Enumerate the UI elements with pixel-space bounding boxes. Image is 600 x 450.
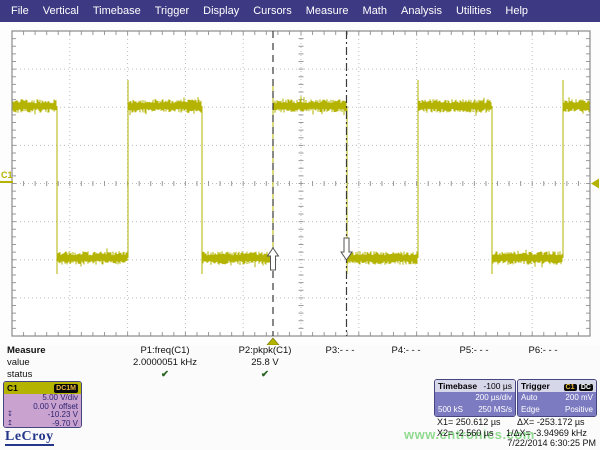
trigger-level-marker[interactable] (591, 179, 599, 189)
x2-label: X2= (437, 428, 453, 438)
invdx-label: 1/ΔX= (506, 428, 531, 438)
channel-zero-label: C1 (1, 170, 13, 180)
trigger-body: Auto 200 mV Edge Positive (518, 392, 596, 417)
menu-trigger[interactable]: Trigger (148, 0, 196, 22)
x1-value: 250.612 µs (456, 417, 501, 427)
p1-status: ✔ (117, 369, 213, 381)
lecroy-logo: LeCroy (5, 429, 54, 446)
scope-grid-svg: C1 (0, 22, 600, 345)
trigger-title: Trigger (521, 381, 550, 391)
menu-help[interactable]: Help (498, 0, 535, 22)
datetime-display: 7/22/2014 6:30:25 PM (507, 438, 596, 448)
channel-name: C1 (7, 383, 18, 393)
timebase-descriptor[interactable]: Timebase -100 µs 200 µs/div 500 kS 250 M… (434, 379, 516, 417)
dx-label: ΔX= (517, 417, 534, 427)
measure-table: Measure value status P1:freq(C1) 2.00000… (0, 345, 600, 381)
timebase-samples: 500 kS (438, 404, 463, 416)
cursor2-icon: ↥ (7, 420, 13, 428)
timebase-title: Timebase (438, 381, 477, 391)
measure-col-p6[interactable]: P6:- - - (495, 345, 591, 357)
cursor-readout-x1: X1= 250.612 µs ΔX= -253.172 µs (437, 417, 585, 427)
dx-value: -253.172 µs (537, 417, 585, 427)
cursor2-level: -9.70 V (52, 420, 78, 428)
measure-row-labels: Measure value status (7, 345, 46, 381)
channel-coupling-badge: DC1M (54, 384, 78, 393)
cursor1-icon: ↧ (7, 411, 13, 420)
timebase-scale: 200 µs/div (475, 392, 512, 404)
p1-name: P1:freq(C1) (117, 345, 213, 357)
menu-cursors[interactable]: Cursors (246, 0, 299, 22)
trigger-slope: Positive (565, 404, 593, 416)
value-label: value (7, 357, 46, 369)
timebase-rate: 250 MS/s (478, 404, 512, 416)
channel-c1-descriptor[interactable]: C1 DC1M 5.00 V/div 0.00 V offset ↧ -10.2… (3, 381, 82, 428)
channel-body: 5.00 V/div 0.00 V offset ↧ -10.23 V ↥ -9… (4, 394, 81, 428)
menu-timebase[interactable]: Timebase (86, 0, 148, 22)
menu-vertical[interactable]: Vertical (36, 0, 86, 22)
measure-label: Measure (7, 345, 46, 357)
timebase-delay: -100 µs (483, 381, 512, 391)
trigger-header: Trigger C1 DC (518, 380, 596, 392)
p2-value: 25.8 V (217, 357, 313, 369)
menu-analysis[interactable]: Analysis (394, 0, 449, 22)
x1-label: X1= (437, 417, 453, 427)
p6-name: P6:- - - (495, 345, 591, 357)
menu-bar: File Vertical Timebase Trigger Display C… (0, 0, 600, 22)
menu-math[interactable]: Math (356, 0, 394, 22)
trigger-coupling-badge: DC (579, 384, 593, 391)
trigger-mode: Auto (521, 392, 537, 404)
trigger-descriptor[interactable]: Trigger C1 DC Auto 200 mV Edge Positive (517, 379, 597, 417)
cursor-readout-x2: X2= -2.560 µs 1/ΔX= -3.94969 kHz (437, 428, 587, 438)
channel-zero-marker (0, 181, 13, 183)
timebase-header: Timebase -100 µs (435, 380, 515, 392)
measure-col-p1[interactable]: P1:freq(C1) 2.0000051 kHz ✔ (117, 345, 213, 381)
p1-value: 2.0000051 kHz (117, 357, 213, 369)
menu-utilities[interactable]: Utilities (449, 0, 498, 22)
trigger-type: Edge (521, 404, 540, 416)
trigger-position-marker[interactable] (267, 338, 279, 345)
timebase-body: 200 µs/div 500 kS 250 MS/s (435, 392, 515, 417)
x2-value: -2.560 µs (456, 428, 494, 438)
trigger-level: 200 mV (565, 392, 593, 404)
menu-measure[interactable]: Measure (299, 0, 356, 22)
p2-status: ✔ (217, 369, 313, 381)
invdx-value: -3.94969 kHz (533, 428, 587, 438)
waveform-display: C1 (0, 22, 600, 345)
menu-file[interactable]: File (4, 0, 36, 22)
trigger-source-badge: C1 (564, 384, 577, 391)
status-label: status (7, 369, 46, 381)
menu-display[interactable]: Display (196, 0, 246, 22)
